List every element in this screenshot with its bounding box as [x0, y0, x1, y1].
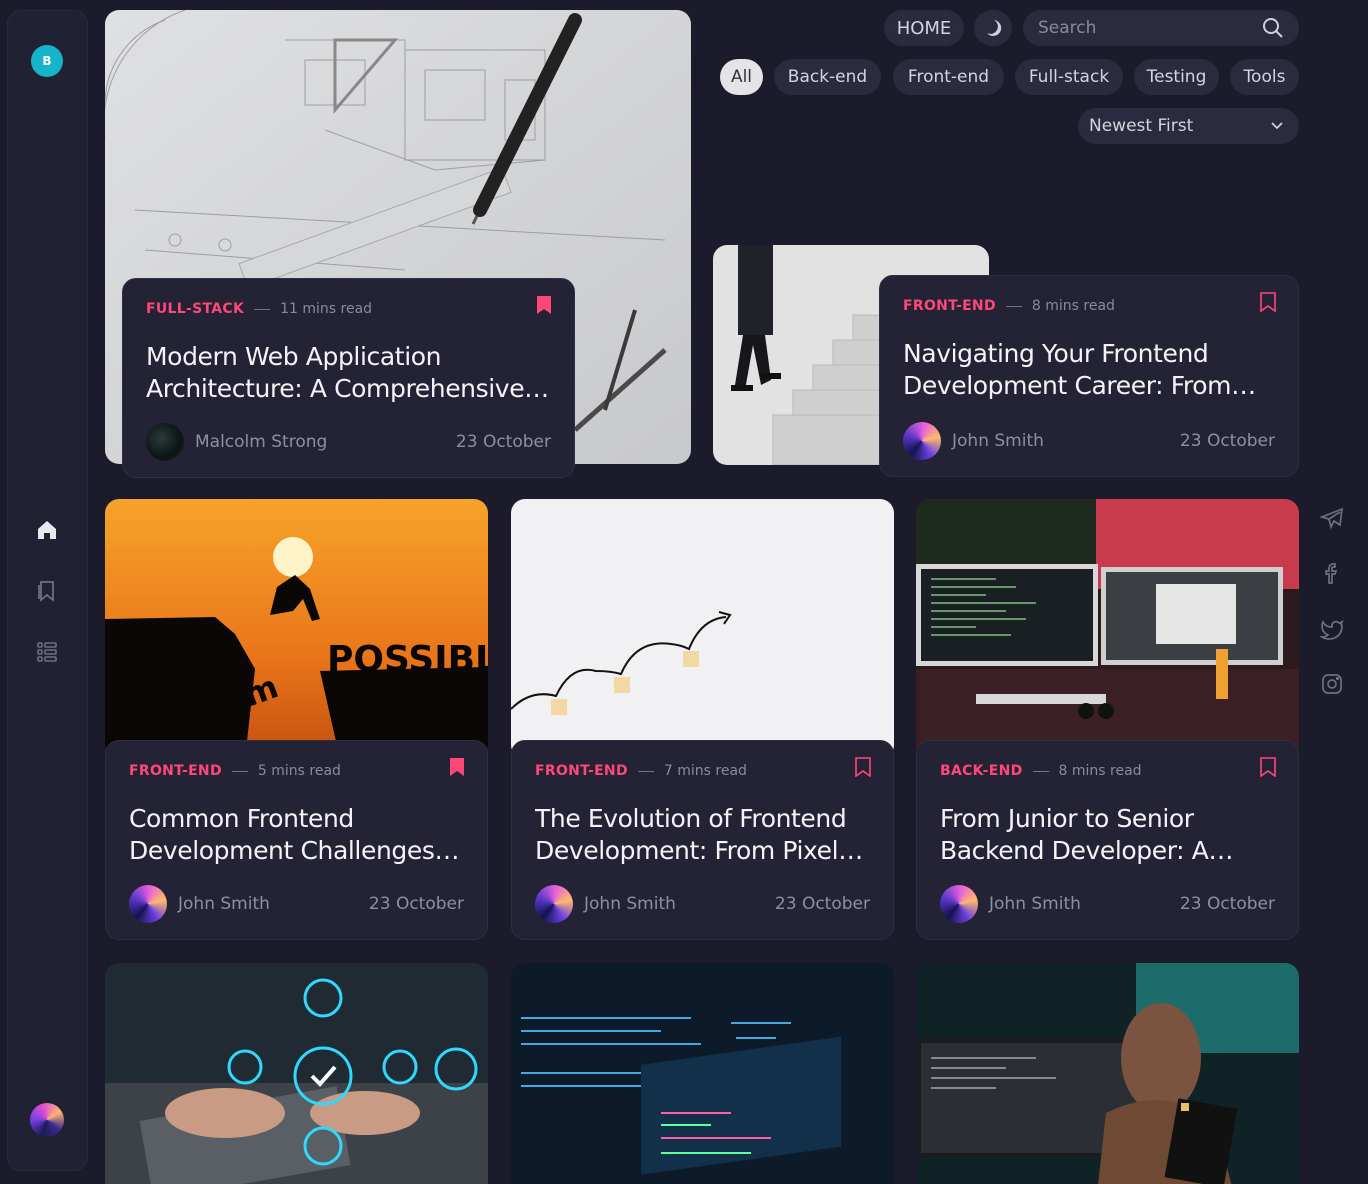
sidebar: B: [7, 10, 88, 1171]
chevron-down-icon: [1271, 122, 1283, 130]
post-image-impossible[interactable]: POSSIBLE m i: [105, 499, 488, 759]
post-card-2[interactable]: FRONT-END 8 mins read Navigating Your Fr…: [879, 275, 1299, 477]
author-name[interactable]: Malcolm Strong: [195, 432, 327, 452]
author-avatar: [129, 885, 167, 923]
post-card-5[interactable]: BACK-END 8 mins read From Junior to Seni…: [916, 740, 1299, 940]
search-placeholder: Search: [1038, 18, 1097, 38]
read-time: 7 mins read: [663, 763, 747, 779]
user-avatar[interactable]: [30, 1103, 64, 1137]
author-avatar: [903, 422, 941, 460]
bookmark-outline-icon[interactable]: [1260, 292, 1276, 312]
search-input[interactable]: Search: [1023, 10, 1299, 46]
author-name[interactable]: John Smith: [178, 894, 270, 914]
post-card-3[interactable]: FRONT-END 5 mins read Common Frontend De…: [105, 740, 488, 940]
post-image-monitors[interactable]: [916, 499, 1299, 759]
svg-text:POSSIBLE: POSSIBLE: [327, 639, 488, 680]
twitter-icon[interactable]: [1320, 617, 1344, 641]
meta-divider: [254, 308, 271, 310]
author-row: John Smith 23 October: [535, 885, 870, 923]
author-row: John Smith 23 October: [903, 422, 1275, 460]
post-title[interactable]: Common Frontend Development Challenges a…: [129, 803, 464, 867]
sort-label: Newest First: [1089, 116, 1194, 136]
post-image-growth-steps[interactable]: [511, 499, 894, 759]
author-row: John Smith 23 October: [129, 885, 464, 923]
filter-tools[interactable]: Tools: [1230, 59, 1299, 95]
post-image-tech-hands[interactable]: [105, 963, 488, 1184]
instagram-icon[interactable]: [1320, 672, 1344, 696]
search-icon[interactable]: [1262, 17, 1284, 39]
post-image-developer[interactable]: [916, 963, 1299, 1184]
read-time: 8 mins read: [1058, 763, 1142, 779]
post-title[interactable]: The Evolution of Frontend Development: F…: [535, 803, 870, 867]
meta-divider: [637, 770, 654, 772]
post-category[interactable]: FRONT-END: [535, 763, 628, 779]
sort-select[interactable]: Newest First: [1078, 108, 1299, 144]
post-card-4[interactable]: FRONT-END 7 mins read The Evolution of F…: [511, 740, 894, 940]
author-name[interactable]: John Smith: [584, 894, 676, 914]
post-category[interactable]: FRONT-END: [129, 763, 222, 779]
bookmark-filled-icon[interactable]: [449, 757, 465, 777]
filter-testing[interactable]: Testing: [1134, 59, 1219, 95]
author-avatar: [535, 885, 573, 923]
author-name[interactable]: John Smith: [952, 431, 1044, 451]
logo[interactable]: B: [31, 45, 63, 77]
meta-divider: [1032, 770, 1049, 772]
author-avatar: [940, 885, 978, 923]
post-category[interactable]: FRONT-END: [903, 298, 996, 314]
filter-full-stack[interactable]: Full-stack: [1015, 59, 1123, 95]
home-icon[interactable]: [33, 516, 61, 544]
post-date: 23 October: [368, 894, 464, 914]
post-date: 23 October: [1179, 894, 1275, 914]
read-time: 11 mins read: [280, 301, 373, 317]
author-avatar: [146, 423, 184, 461]
post-date: 23 October: [455, 432, 551, 452]
filter-back-end[interactable]: Back-end: [774, 59, 881, 95]
home-button[interactable]: HOME: [884, 10, 964, 46]
theme-toggle-button[interactable]: [974, 10, 1012, 46]
filter-front-end[interactable]: Front-end: [893, 59, 1004, 95]
post-image-code-screens[interactable]: [511, 963, 894, 1184]
post-category[interactable]: BACK-END: [940, 763, 1023, 779]
post-date: 23 October: [774, 894, 870, 914]
read-time: 5 mins read: [257, 763, 341, 779]
post-title[interactable]: From Junior to Senior Backend Developer:…: [940, 803, 1275, 867]
bookmark-filled-icon[interactable]: [536, 295, 552, 315]
post-date: 23 October: [1179, 431, 1275, 451]
read-time: 8 mins read: [1031, 298, 1115, 314]
author-row: Malcolm Strong 23 October: [146, 423, 551, 461]
author-name[interactable]: John Smith: [989, 894, 1081, 914]
post-category[interactable]: FULL-STACK: [146, 301, 244, 317]
bookmarks-icon[interactable]: [33, 577, 61, 605]
bookmark-outline-icon[interactable]: [1260, 757, 1276, 777]
moon-icon: [987, 20, 1002, 36]
filter-all[interactable]: All: [720, 59, 763, 95]
post-card-1[interactable]: FULL-STACK 11 mins read Modern Web Appli…: [122, 278, 575, 478]
meta-divider: [231, 770, 248, 772]
author-row: John Smith 23 October: [940, 885, 1275, 923]
list-icon[interactable]: [33, 638, 61, 666]
meta-divider: [1005, 305, 1022, 307]
bookmark-outline-icon[interactable]: [855, 757, 871, 777]
post-title[interactable]: Navigating Your Frontend Development Car…: [903, 338, 1275, 402]
telegram-icon[interactable]: [1320, 506, 1344, 530]
facebook-icon[interactable]: [1320, 561, 1344, 585]
post-title[interactable]: Modern Web Application Architecture: A C…: [146, 341, 551, 405]
